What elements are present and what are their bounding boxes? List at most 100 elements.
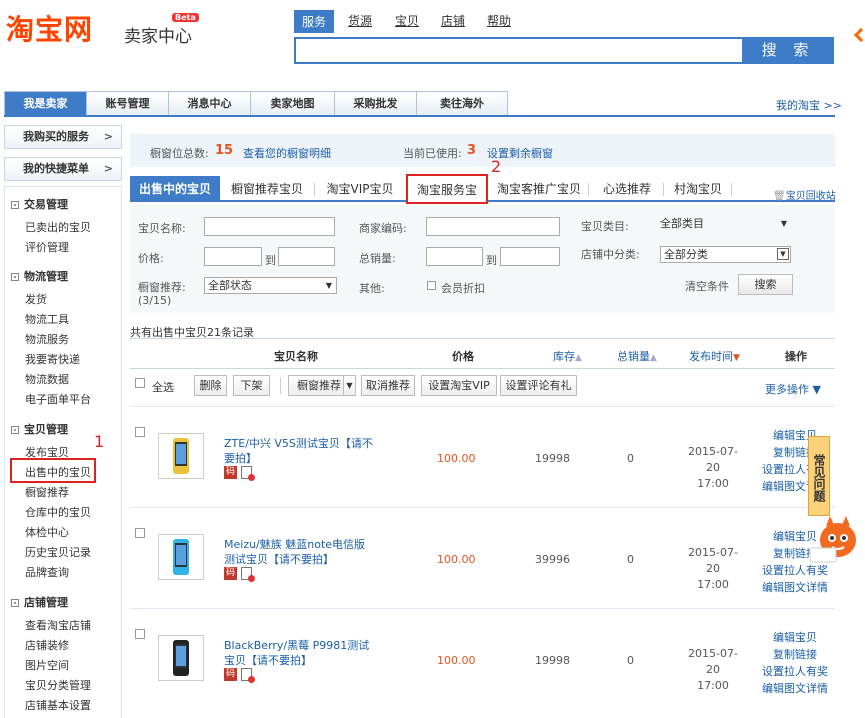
barcode-icon[interactable]: 码 (224, 667, 237, 681)
sidebar-item-logistics-service[interactable]: 物流服务 (25, 331, 69, 347)
tab-overseas[interactable]: 卖往海外 (417, 92, 507, 115)
referral-reward-link[interactable]: 设置拉人有奖 (760, 663, 830, 680)
slots-total: 15 (215, 143, 234, 158)
sidebar-item-sold[interactable]: 已卖出的宝贝 (25, 219, 91, 235)
edit-details-link[interactable]: 编辑图文详情 (760, 680, 830, 697)
row-checkbox[interactable] (135, 629, 145, 639)
copy-link[interactable]: 复制链接 (760, 646, 830, 663)
tab-vip-items[interactable]: 淘宝VIP宝贝 (316, 176, 404, 202)
sidebar-item-images[interactable]: 图片空间 (25, 657, 69, 673)
tab-wholesale[interactable]: 采购批发 (335, 92, 417, 115)
tab-account[interactable]: 账号管理 (87, 92, 169, 115)
tab-selected-recommend[interactable]: 心选推荐 (592, 176, 662, 202)
nav-supply[interactable]: 货源 (348, 12, 372, 29)
clear-filters-link[interactable]: 清空条件 (685, 278, 729, 294)
group-shop[interactable]: - 店铺管理 (11, 594, 68, 610)
group-logistics[interactable]: - 物流管理 (11, 268, 68, 284)
bought-services-box[interactable]: 我购买的服务 > (4, 125, 122, 149)
barcode-icon[interactable]: 码 (224, 465, 237, 479)
col-time[interactable]: 发布时间▼ (689, 348, 740, 364)
sidebar-item-brand[interactable]: 品牌查询 (25, 564, 69, 580)
sidebar-item-view-shop[interactable]: 查看淘宝店铺 (25, 617, 91, 633)
item-name-input[interactable] (204, 217, 335, 236)
search-input[interactable] (294, 37, 744, 64)
col-stock[interactable]: 库存▲ (553, 348, 582, 364)
group-items[interactable]: - 宝贝管理 (11, 421, 68, 437)
window-info-bar: 橱窗位总数: 15 查看您的橱窗明细 当前已使用: 3 设置剩余橱窗 (130, 134, 835, 167)
price-min-input[interactable] (204, 247, 262, 266)
select-all-checkbox[interactable] (135, 378, 145, 388)
document-icon[interactable] (241, 566, 255, 582)
window-status-select[interactable]: 全部状态 ▼ (204, 277, 337, 294)
sales-min-input[interactable] (426, 247, 483, 266)
edit-item-link[interactable]: 编辑宝贝 (760, 629, 830, 646)
product-title-link[interactable]: Meizu/魅族 魅蓝note电信版测试宝贝【请不要拍】 (224, 537, 374, 567)
document-icon[interactable] (241, 465, 255, 481)
product-thumbnail[interactable] (158, 534, 204, 580)
sidebar-item-shop-settings[interactable]: 店铺基本设置 (25, 697, 91, 713)
sidebar-item-express[interactable]: 我要寄快递 (25, 351, 80, 367)
filter-search-button[interactable]: 搜索 (738, 274, 793, 295)
more-operations-link[interactable]: 更多操作 ▼ (765, 381, 821, 397)
tab-service-items[interactable]: 淘宝服务宝 (406, 174, 488, 204)
product-thumbnail[interactable] (158, 635, 204, 681)
search-button[interactable]: 搜 索 (742, 37, 834, 64)
off-shelf-button[interactable]: 下架 (233, 375, 270, 396)
tab-seller[interactable]: 我是卖家 (5, 92, 87, 115)
tab-affiliate-items[interactable]: 淘宝客推广宝贝 (492, 176, 586, 202)
tab-messages[interactable]: 消息中心 (169, 92, 251, 115)
document-icon[interactable] (241, 667, 255, 683)
sidebar-item-checkup[interactable]: 体检中心 (25, 524, 69, 540)
shop-category-select[interactable]: 全部分类 ▼ (660, 246, 791, 263)
nav-items[interactable]: 宝贝 (395, 12, 419, 29)
sidebar-item-history[interactable]: 历史宝贝记录 (25, 544, 91, 560)
chevron-left-icon (853, 27, 865, 43)
group-trade[interactable]: - 交易管理 (11, 196, 68, 212)
barcode-icon[interactable]: 码 (224, 566, 237, 580)
sidebar-item-window[interactable]: 橱窗推荐 (25, 484, 69, 500)
merchant-code-input[interactable] (426, 217, 560, 236)
tab-seller-map[interactable]: 卖家地图 (251, 92, 335, 115)
row-checkbox[interactable] (135, 528, 145, 538)
member-discount-checkbox[interactable] (427, 281, 436, 290)
tab-separator (731, 183, 732, 196)
tab-rural-items[interactable]: 村淘宝贝 (666, 176, 730, 202)
set-review-gift-button[interactable]: 设置评论有礼 (500, 375, 577, 396)
category-select[interactable]: 全部类目 ▼ (657, 216, 791, 233)
sidebar-item-warehouse[interactable]: 仓库中的宝贝 (25, 504, 91, 520)
sidebar-item-logistics-data[interactable]: 物流数据 (25, 371, 69, 387)
tab-on-sale[interactable]: 出售中的宝贝 (130, 176, 220, 202)
col-sales[interactable]: 总销量▲ (617, 348, 657, 364)
product-title-link[interactable]: BlackBerry/黑莓 P9981测试宝贝【请不要拍】 (224, 638, 374, 668)
edit-details-link[interactable]: 编辑图文详情 (760, 579, 830, 596)
sidebar-item-logistics-tools[interactable]: 物流工具 (25, 311, 69, 327)
delete-button[interactable]: 删除 (194, 375, 227, 396)
product-title-link[interactable]: ZTE/中兴 V5S测试宝贝【请不要拍】 (224, 436, 374, 466)
tab-window-items[interactable]: 橱窗推荐宝贝 (222, 176, 312, 202)
shortcut-menu-box[interactable]: 我的快捷菜单 > (4, 157, 122, 181)
tab-separator (663, 183, 664, 196)
dropdown-icon: ▼ (325, 281, 332, 290)
sidebar-item-reviews[interactable]: 评价管理 (25, 239, 69, 255)
recycle-bin-link[interactable]: 🗑宝贝回收站 (773, 187, 836, 202)
product-thumbnail[interactable] (158, 433, 204, 479)
view-window-detail-link[interactable]: 查看您的橱窗明细 (243, 145, 331, 161)
item-name-label: 宝贝名称: (138, 222, 186, 235)
beta-badge: Beta (172, 13, 199, 22)
sidebar-item-ship[interactable]: 发货 (25, 291, 47, 307)
sidebar-item-e-waybill[interactable]: 电子面单平台 (25, 391, 91, 407)
cancel-recommend-button[interactable]: 取消推荐 (361, 375, 415, 396)
nav-shop[interactable]: 店铺 (441, 12, 465, 29)
nav-help[interactable]: 帮助 (487, 12, 511, 29)
sidebar-item-decorate[interactable]: 店铺装修 (25, 637, 69, 653)
dropdown-icon: ▼ (343, 376, 355, 395)
my-taobao-link[interactable]: 我的淘宝 >> (776, 97, 842, 113)
sidebar-item-categories[interactable]: 宝贝分类管理 (25, 677, 91, 693)
row-checkbox[interactable] (135, 427, 145, 437)
sales-max-input[interactable] (500, 247, 560, 266)
set-vip-button[interactable]: 设置淘宝VIP (421, 375, 497, 396)
price-max-input[interactable] (278, 247, 335, 266)
window-recommend-button[interactable]: 橱窗推荐 ▼ (288, 375, 356, 396)
nav-service[interactable]: 服务 (294, 10, 335, 33)
taobao-logo[interactable]: 淘宝网 (6, 8, 93, 48)
